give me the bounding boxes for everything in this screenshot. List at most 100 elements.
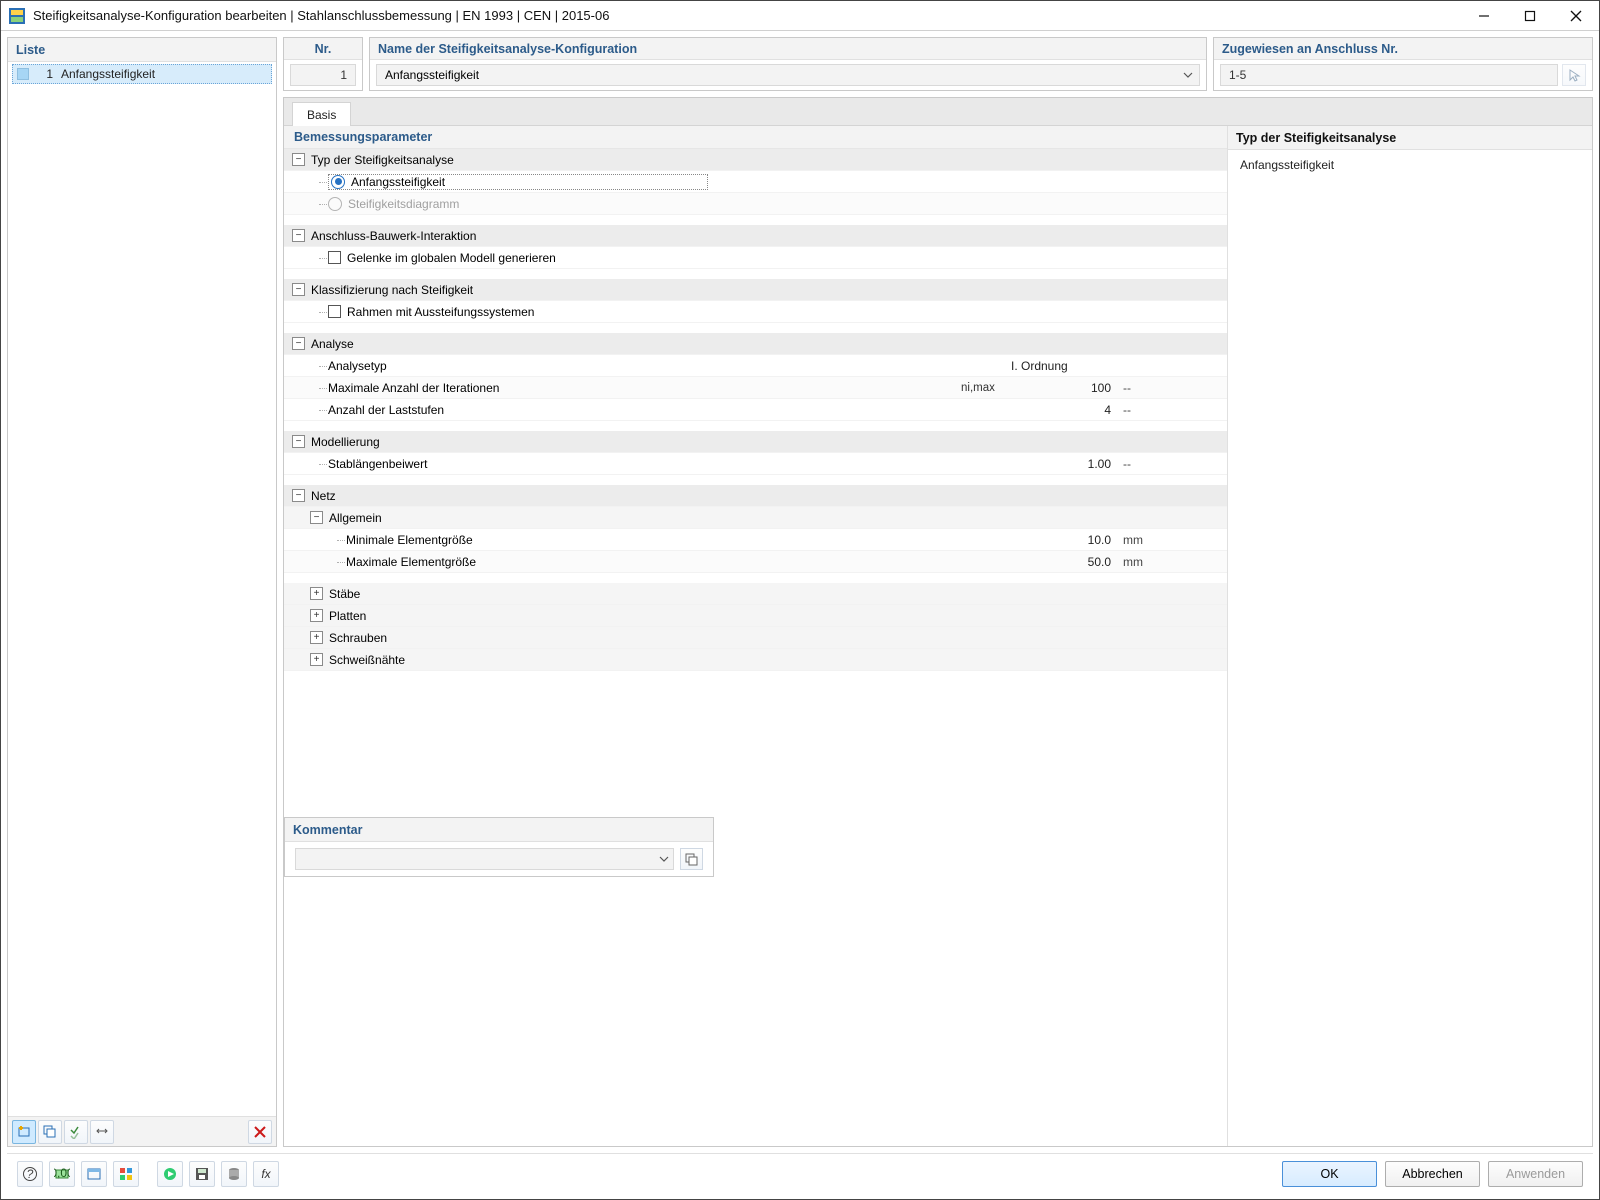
checkbox-icon[interactable] <box>328 305 341 318</box>
list-header: Liste <box>8 38 276 62</box>
assign-field[interactable]: 1-5 <box>1220 64 1558 86</box>
param-max-iterations[interactable]: Maximale Anzahl der Iterationen ni,max10… <box>284 377 1227 399</box>
minimize-button[interactable] <box>1461 1 1507 31</box>
collapse-icon[interactable]: − <box>292 435 305 448</box>
parameter-tree: Bemessungsparameter −Typ der Steifigkeit… <box>284 126 1227 1146</box>
expand-icon[interactable]: + <box>310 609 323 622</box>
radio-icon[interactable] <box>331 175 345 189</box>
name-value: Anfangssteifigkeit <box>385 68 479 82</box>
name-header: Name der Steifigkeitsanalyse-Konfigurati… <box>370 38 1206 60</box>
save-button[interactable] <box>189 1161 215 1187</box>
apply-button[interactable]: Anwenden <box>1488 1161 1583 1187</box>
group-mesh-bolts[interactable]: +Schrauben <box>284 627 1227 649</box>
colors-button[interactable] <box>113 1161 139 1187</box>
comment-panel: Kommentar <box>284 817 714 877</box>
window-title: Steifigkeitsanalyse-Konfiguration bearbe… <box>33 8 1461 23</box>
param-min-element-size[interactable]: Minimale Elementgröße 10.0mm <box>284 529 1227 551</box>
expand-icon[interactable]: + <box>310 631 323 644</box>
calculate-button[interactable] <box>157 1161 183 1187</box>
expand-icon[interactable]: + <box>310 653 323 666</box>
database-icon <box>226 1166 242 1182</box>
list-item-number: 1 <box>33 67 53 81</box>
dialog-footer: ? 0,00 fx OK Abbrechen Anwenden <box>7 1153 1593 1193</box>
param-member-length-coeff[interactable]: Stablängenbeiwert 1.00-- <box>284 453 1227 475</box>
svg-text:fx: fx <box>261 1167 271 1181</box>
chevron-down-icon <box>659 856 669 862</box>
checkbox-generate-hinges[interactable]: Gelenke im globalen Modell generieren <box>284 247 1227 269</box>
delete-item-button[interactable] <box>248 1120 272 1144</box>
param-max-element-size[interactable]: Maximale Elementgröße 50.0mm <box>284 551 1227 573</box>
formula-button[interactable]: fx <box>253 1161 279 1187</box>
group-interaction[interactable]: −Anschluss-Bauwerk-Interaktion <box>284 225 1227 247</box>
group-mesh[interactable]: −Netz <box>284 485 1227 507</box>
collapse-icon[interactable]: − <box>292 153 305 166</box>
cursor-pick-icon <box>1567 68 1581 82</box>
collapse-icon[interactable]: − <box>292 283 305 296</box>
radio-initial-stiffness-row[interactable]: Anfangssteifigkeit <box>284 171 1227 193</box>
color-swatch <box>17 68 29 80</box>
assign-panel: Zugewiesen an Anschluss Nr. 1-5 <box>1213 37 1593 91</box>
group-analysis[interactable]: −Analyse <box>284 333 1227 355</box>
comment-header: Kommentar <box>285 818 713 842</box>
view-mode-button[interactable] <box>81 1161 107 1187</box>
help-button[interactable]: ? <box>17 1161 43 1187</box>
units-icon: 0,00 <box>54 1166 70 1182</box>
maximize-button[interactable] <box>1507 1 1553 31</box>
cancel-button[interactable]: Abbrechen <box>1385 1161 1480 1187</box>
tab-bar: Basis <box>284 98 1592 126</box>
titlebar: Steifigkeitsanalyse-Konfiguration bearbe… <box>1 1 1599 31</box>
radio-stiffness-diagram-row: Steifigkeitsdiagramm <box>284 193 1227 215</box>
group-mesh-members[interactable]: +Stäbe <box>284 583 1227 605</box>
radio-icon <box>328 197 342 211</box>
nr-panel: Nr. 1 <box>283 37 363 91</box>
close-button[interactable] <box>1553 1 1599 31</box>
param-load-steps[interactable]: Anzahl der Laststufen 4-- <box>284 399 1227 421</box>
list-item[interactable]: 1 Anfangssteifigkeit <box>12 64 272 84</box>
group-modeling[interactable]: −Modellierung <box>284 431 1227 453</box>
units-button[interactable]: 0,00 <box>49 1161 75 1187</box>
info-value: Anfangssteifigkeit <box>1228 150 1592 180</box>
color-icon <box>118 1166 134 1182</box>
check-all-button[interactable] <box>64 1120 88 1144</box>
checkbox-braced-frame[interactable]: Rahmen mit Aussteifungssystemen <box>284 301 1227 323</box>
param-analysis-type[interactable]: Analysetyp I. Ordnung <box>284 355 1227 377</box>
reorder-button[interactable] <box>90 1120 114 1144</box>
group-mesh-welds[interactable]: +Schweißnähte <box>284 649 1227 671</box>
save-icon <box>194 1166 210 1182</box>
duplicate-item-button[interactable] <box>38 1120 62 1144</box>
assign-header: Zugewiesen an Anschluss Nr. <box>1214 38 1592 60</box>
design-parameters-title: Bemessungsparameter <box>284 126 1227 149</box>
collapse-icon[interactable]: − <box>310 511 323 524</box>
window-icon <box>86 1166 102 1182</box>
tab-basis[interactable]: Basis <box>292 102 351 126</box>
pick-connection-button[interactable] <box>1562 64 1586 86</box>
collapse-icon[interactable]: − <box>292 229 305 242</box>
group-mesh-plates[interactable]: +Platten <box>284 605 1227 627</box>
collapse-icon[interactable]: − <box>292 337 305 350</box>
nr-header: Nr. <box>284 38 362 60</box>
collapse-icon[interactable]: − <box>292 489 305 502</box>
name-panel: Name der Steifigkeitsanalyse-Konfigurati… <box>369 37 1207 91</box>
ok-button[interactable]: OK <box>1282 1161 1377 1187</box>
group-stiffness-type[interactable]: −Typ der Steifigkeitsanalyse <box>284 149 1227 171</box>
new-item-button[interactable] <box>12 1120 36 1144</box>
config-list-panel: Liste 1 Anfangssteifigkeit <box>7 37 277 1147</box>
group-mesh-general[interactable]: −Allgemein <box>284 507 1227 529</box>
checkbox-icon[interactable] <box>328 251 341 264</box>
expand-icon[interactable]: + <box>310 587 323 600</box>
copy-icon <box>684 852 698 866</box>
comment-library-button[interactable] <box>680 848 703 870</box>
chevron-down-icon <box>1183 72 1193 78</box>
export-button[interactable] <box>221 1161 247 1187</box>
name-dropdown[interactable]: Anfangssteifigkeit <box>376 64 1200 86</box>
comment-dropdown[interactable] <box>295 848 674 870</box>
svg-text:0,00: 0,00 <box>54 1166 70 1180</box>
list-item-label: Anfangssteifigkeit <box>61 67 155 81</box>
play-icon <box>162 1166 178 1182</box>
help-icon: ? <box>22 1166 38 1182</box>
group-classification[interactable]: −Klassifizierung nach Steifigkeit <box>284 279 1227 301</box>
config-list[interactable]: 1 Anfangssteifigkeit <box>8 62 276 1116</box>
info-title: Typ der Steifigkeitsanalyse <box>1228 126 1592 150</box>
list-toolbar <box>8 1116 276 1146</box>
nr-field[interactable]: 1 <box>290 64 356 86</box>
